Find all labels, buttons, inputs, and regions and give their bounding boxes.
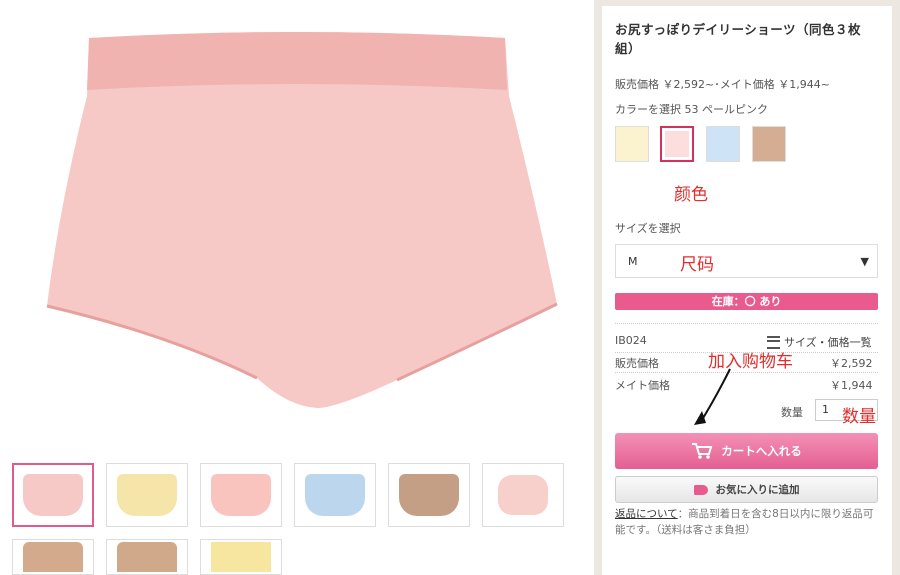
member-price-value: ￥1,944	[830, 379, 873, 392]
thumb-swatch	[23, 542, 83, 572]
tag-icon	[693, 484, 708, 495]
stock-status: 在庫：〇 あり	[615, 293, 878, 310]
return-policy-link[interactable]: 返品について	[615, 508, 678, 520]
color-label: カラーを選択 53 ペールピンク	[615, 103, 768, 116]
size-price-link-text: サイズ・価格一覧	[784, 336, 872, 349]
thumbnail-9[interactable]	[200, 539, 282, 575]
price-summary: 販売価格 ￥2,592~･メイト価格 ￥1,944~	[615, 78, 830, 91]
thumbnail-7[interactable]	[12, 539, 94, 575]
thumb-swatch	[117, 542, 177, 572]
thumb-swatch	[23, 474, 83, 516]
color-swatch-pink[interactable]	[660, 126, 694, 162]
thumbnail-3[interactable]	[200, 463, 282, 527]
divider	[615, 323, 878, 324]
thumb-swatch	[211, 542, 271, 572]
panties-image	[46, 31, 558, 408]
sale-price-value: ￥2,592	[830, 357, 873, 370]
chevron-down-icon: ▼	[860, 255, 869, 268]
divider	[615, 372, 878, 373]
color-swatch-blue[interactable]	[706, 126, 740, 162]
thumb-swatch	[117, 474, 177, 516]
product-gallery	[0, 0, 594, 575]
color-swatch-beige[interactable]	[752, 126, 786, 162]
product-title: お尻すっぽりデイリーショーツ（同色３枚組）	[615, 22, 862, 56]
add-to-cart-label: カートへ入れる	[721, 444, 802, 458]
annotation-arrow	[694, 368, 731, 425]
thumbnail-5[interactable]	[388, 463, 470, 527]
add-to-favorites-button[interactable]: お気に入りに追加	[615, 476, 878, 503]
add-to-cart-button[interactable]: カートへ入れる	[615, 433, 878, 469]
quantity-value: 1	[822, 403, 829, 416]
product-code: IB024	[615, 334, 647, 347]
thumb-swatch	[399, 474, 459, 516]
thumbnail-1[interactable]	[12, 463, 94, 527]
quantity-annotation: 数量	[842, 407, 876, 427]
size-annotation: 尺码	[680, 255, 714, 275]
sale-price-label: 販売価格	[615, 357, 659, 370]
thumb-swatch	[305, 474, 365, 516]
cart-icon	[692, 443, 713, 459]
thumb-swatch	[498, 475, 548, 515]
thumbnail-4[interactable]	[294, 463, 376, 527]
add-to-favorites-label: お気に入りに追加	[715, 484, 800, 496]
size-select[interactable]: M ▼	[615, 244, 878, 278]
member-price-label: メイト価格	[615, 379, 670, 392]
size-label: サイズを選択	[615, 222, 681, 235]
thumbnail-6[interactable]	[482, 463, 564, 527]
color-annotation: 颜色	[674, 185, 708, 205]
size-value: M	[628, 255, 638, 268]
return-policy: 返品について：商品到着日を含む8日以内に限り返品可能です。（送料は客さま負担）	[615, 506, 881, 538]
swatch-fill	[665, 131, 689, 157]
thumb-swatch	[211, 474, 271, 516]
thumbnail-8[interactable]	[106, 539, 188, 575]
color-swatch-cream[interactable]	[615, 126, 649, 162]
main-product-image	[0, 0, 594, 455]
thumbnail-2[interactable]	[106, 463, 188, 527]
quantity-label: 数量	[781, 406, 803, 419]
